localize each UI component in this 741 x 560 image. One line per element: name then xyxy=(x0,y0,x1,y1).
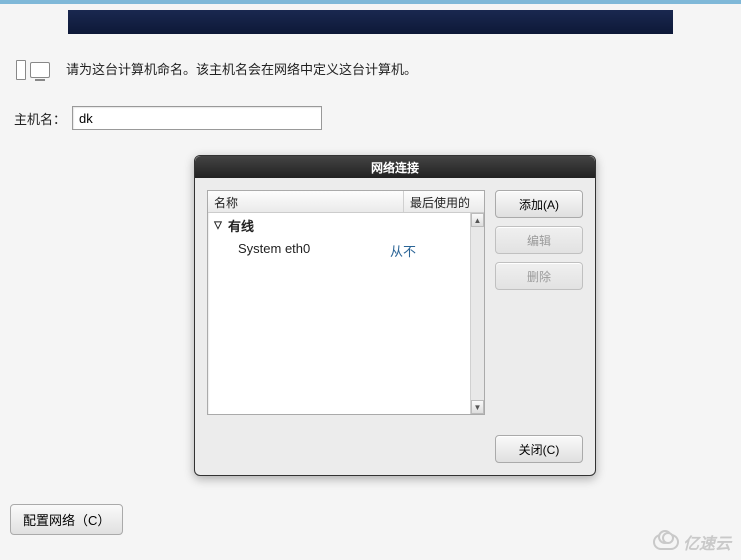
computer-icon xyxy=(14,54,50,82)
list-header: 名称 最后使用的 xyxy=(208,191,484,213)
watermark: 亿速云 xyxy=(653,530,731,554)
hostname-label: 主机名： xyxy=(14,109,66,128)
list-body: ▽ 有线 System eth0 从不 ▲ ▼ xyxy=(208,213,484,414)
dialog-titlebar[interactable]: 网络连接 xyxy=(195,156,595,178)
close-button[interactable]: 关闭(C) xyxy=(495,435,583,463)
hostname-input[interactable] xyxy=(72,106,322,130)
header-banner xyxy=(68,10,673,34)
dialog-body: 名称 最后使用的 ▽ 有线 System eth0 从不 ▲ ▼ xyxy=(195,178,595,427)
accent-top-bar xyxy=(0,0,741,4)
list-item[interactable]: System eth0 从不 xyxy=(208,238,470,263)
item-name: System eth0 xyxy=(238,241,390,260)
intro-row: 请为这台计算机命名。该主机名会在网络中定义这台计算机。 xyxy=(14,54,741,82)
scroll-up-icon[interactable]: ▲ xyxy=(471,213,484,227)
watermark-text: 亿速云 xyxy=(683,530,731,554)
item-lastused: 从不 xyxy=(390,241,464,260)
connection-list: 名称 最后使用的 ▽ 有线 System eth0 从不 ▲ ▼ xyxy=(207,190,485,415)
chevron-down-icon[interactable]: ▽ xyxy=(212,220,224,231)
dialog-button-column: 添加(A) 编辑 删除 xyxy=(495,190,583,415)
dialog-footer: 关闭(C) xyxy=(195,427,595,475)
col-lastused-header[interactable]: 最后使用的 xyxy=(404,191,484,212)
category-wired[interactable]: ▽ 有线 xyxy=(208,213,470,238)
delete-button: 删除 xyxy=(495,262,583,290)
vertical-scrollbar[interactable]: ▲ ▼ xyxy=(470,213,484,414)
dialog-title: 网络连接 xyxy=(371,159,419,176)
add-button[interactable]: 添加(A) xyxy=(495,190,583,218)
configure-network-button[interactable]: 配置网络（C） xyxy=(10,504,123,535)
intro-text: 请为这台计算机命名。该主机名会在网络中定义这台计算机。 xyxy=(66,59,417,78)
hostname-row: 主机名： xyxy=(14,106,741,130)
scroll-down-icon[interactable]: ▼ xyxy=(471,400,484,414)
cloud-icon xyxy=(653,534,679,550)
category-label: 有线 xyxy=(228,216,254,235)
col-name-header[interactable]: 名称 xyxy=(208,191,404,212)
edit-button: 编辑 xyxy=(495,226,583,254)
network-connections-dialog: 网络连接 名称 最后使用的 ▽ 有线 System eth0 从不 xyxy=(194,155,596,476)
